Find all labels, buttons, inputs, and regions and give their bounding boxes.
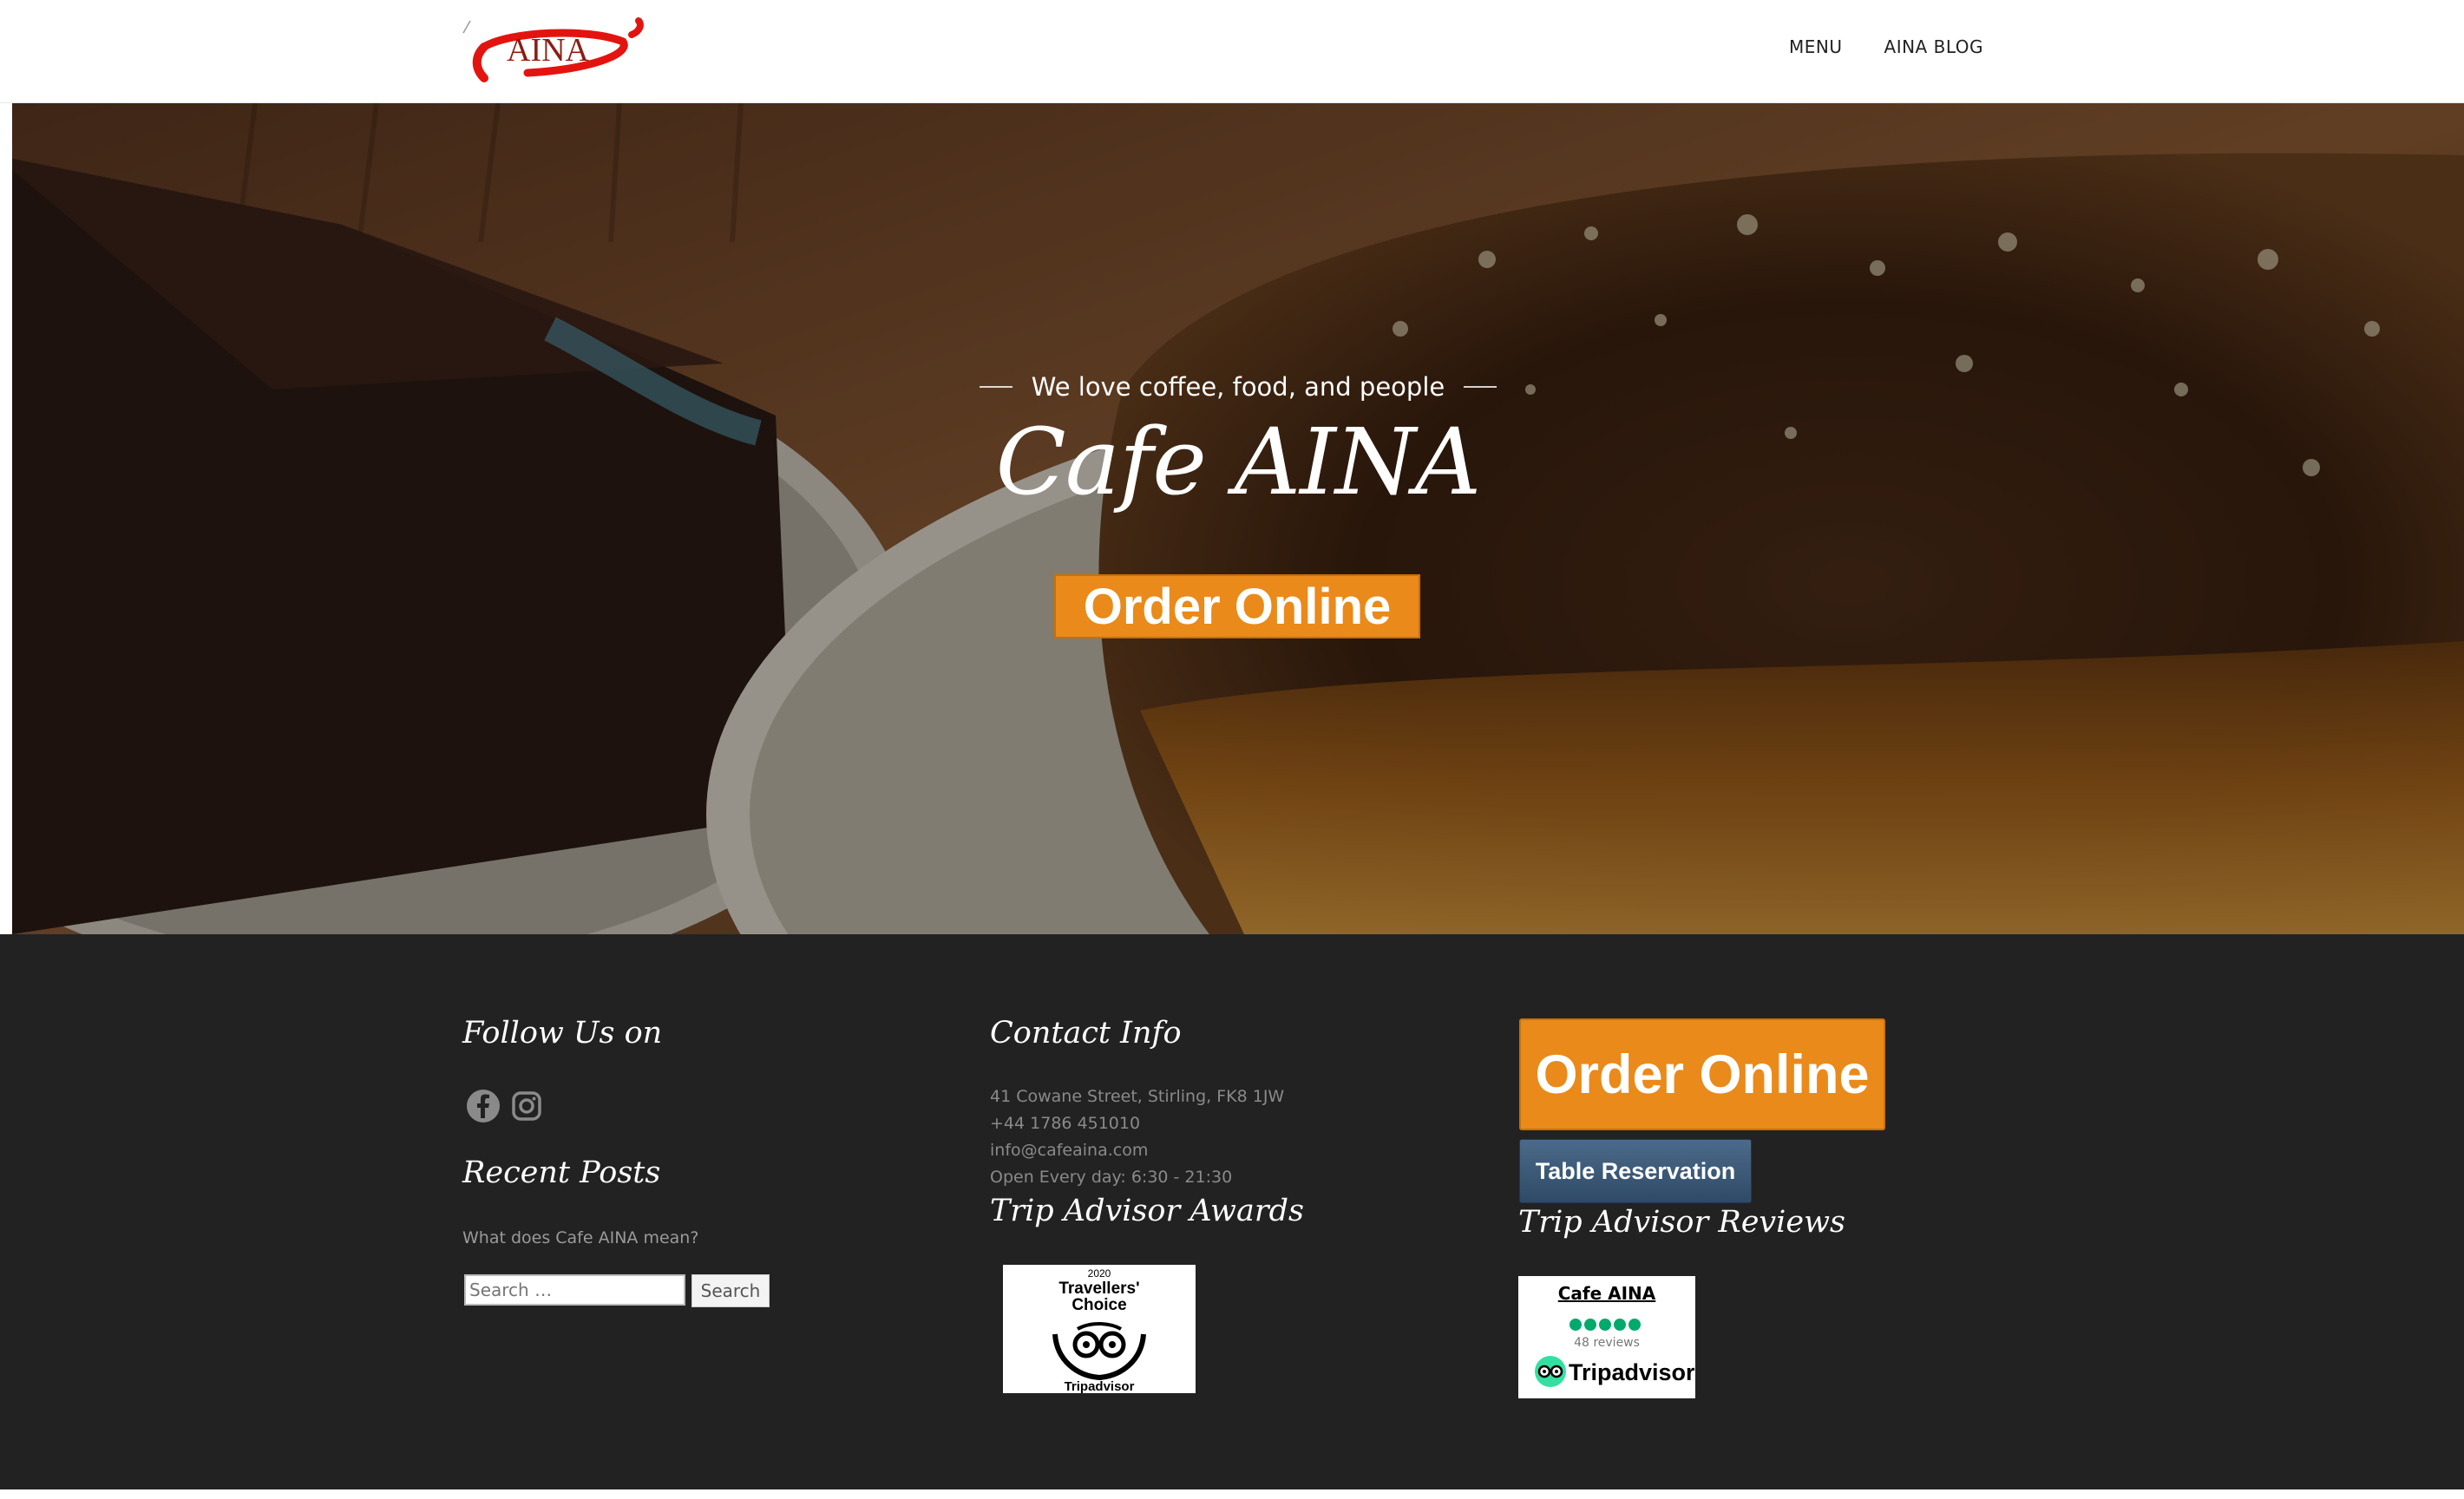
contact-address: 41 Cowane Street, Stirling, FK8 1JW (990, 1087, 1285, 1106)
footer-widgets: Follow Us on Recent Posts What does Cafe… (0, 934, 2464, 1489)
search-button[interactable]: Search (691, 1274, 770, 1307)
reviews-heading: Trip Advisor Reviews (1518, 1205, 1846, 1240)
review-widget-art: Cafe AINA 48 reviews Tripadvisor (1535, 1283, 1695, 1387)
hero-tagline: We love coffee, food, and people (1031, 372, 1445, 402)
contact-email[interactable]: info@cafeaina.com (990, 1137, 1284, 1164)
rating-bubbles-icon (1569, 1319, 1641, 1331)
travellers-choice-badge[interactable]: 2020 Travellers' Choice Tripadvisor (1003, 1265, 1196, 1394)
contact-heading: Contact Info (990, 1016, 1182, 1051)
svg-text:Tripadvisor: Tripadvisor (1065, 1379, 1135, 1393)
page-bottom-strip (0, 1489, 2464, 1499)
instagram-icon[interactable] (509, 1089, 544, 1123)
hero-overlay (12, 103, 2464, 934)
logo-text: AINA (507, 32, 590, 69)
tagline-dash-left (979, 386, 1012, 388)
contact-hours: Open Every day: 6:30 - 21:30 (990, 1168, 1233, 1187)
travellers-choice-badge-art: 2020 Travellers' Choice Tripadvisor (1052, 1267, 1146, 1394)
contact-lines: 41 Cowane Street, Stirling, FK8 1JW +44 … (990, 1083, 1284, 1191)
hero-title: Cafe AINA (995, 409, 1482, 515)
hero-tagline-row: We love coffee, food, and people (12, 372, 2464, 402)
awards-heading: Trip Advisor Awards (990, 1194, 1304, 1228)
social-icons (466, 1089, 544, 1123)
footer-order-online-button[interactable]: Order Online (1519, 1018, 1885, 1130)
review-count: 48 reviews (1574, 1336, 1640, 1350)
svg-text:Choice: Choice (1071, 1296, 1126, 1314)
search-form: Search (464, 1274, 770, 1307)
hero-banner: We love coffee, food, and people Cafe AI… (12, 103, 2464, 934)
contact-phone[interactable]: +44 1786 451010 (990, 1110, 1284, 1137)
svg-text:2020: 2020 (1088, 1267, 1111, 1280)
facebook-icon[interactable] (466, 1089, 501, 1123)
tripadvisor-owl-icon (1535, 1356, 1566, 1387)
tagline-dash-right (1464, 386, 1497, 388)
nav-aina-blog[interactable]: AINA BLOG (1884, 36, 1983, 57)
follow-heading: Follow Us on (462, 1016, 663, 1051)
site-header: AINA MENU AINA BLOG (0, 0, 2464, 103)
svg-text:Travellers': Travellers' (1058, 1280, 1139, 1298)
recent-post-link[interactable]: What does Cafe AINA mean? (462, 1228, 698, 1247)
review-brand: Tripadvisor (1569, 1359, 1695, 1385)
search-input[interactable] (464, 1274, 685, 1306)
table-reservation-button[interactable]: Table Reservation (1519, 1139, 1752, 1203)
review-cafe-name: Cafe AINA (1558, 1283, 1656, 1304)
tripadvisor-review-widget[interactable]: Cafe AINA 48 reviews Tripadvisor (1518, 1276, 1695, 1398)
site-logo[interactable]: AINA (458, 16, 656, 90)
laurel-owl-icon (1052, 1322, 1146, 1381)
nav-menu[interactable]: MENU (1789, 36, 1843, 57)
recent-posts-heading: Recent Posts (462, 1155, 661, 1190)
hero-order-online-button[interactable]: Order Online (1054, 574, 1420, 638)
main-nav: MENU AINA BLOG (1789, 36, 1983, 57)
aina-logo-icon: AINA (462, 17, 644, 82)
